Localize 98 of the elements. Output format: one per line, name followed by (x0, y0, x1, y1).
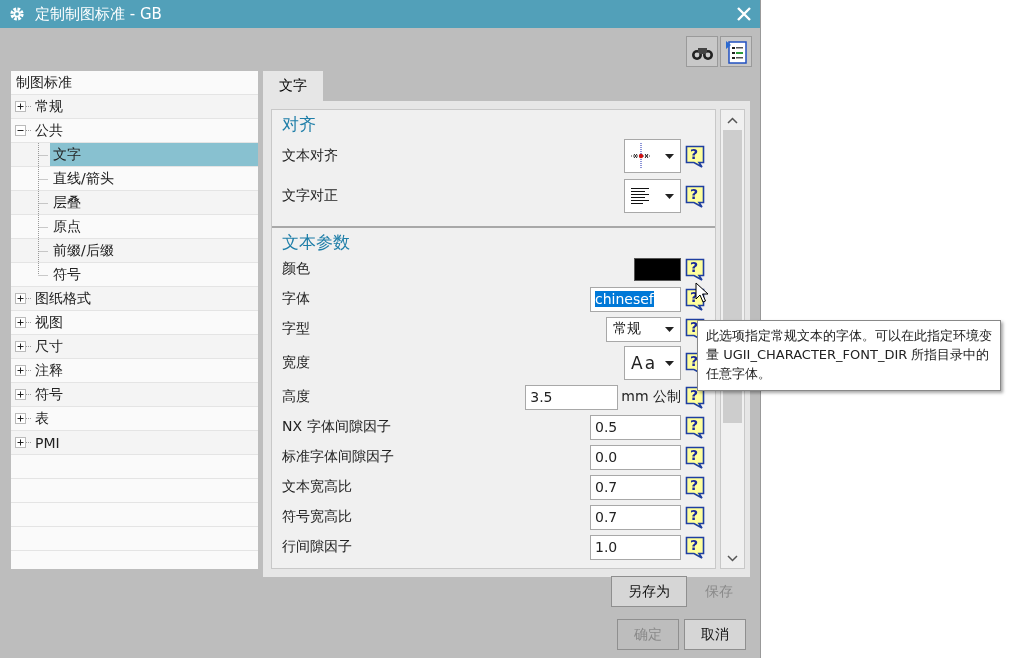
text-field[interactable]: 3.5 (525, 384, 619, 410)
dropdown-value: 常规 (613, 320, 641, 338)
text-field[interactable]: 0.0 (590, 444, 681, 470)
cursor-icon (695, 282, 709, 304)
field-value: 0.0 (595, 449, 618, 465)
field-label: 符号宽高比 (282, 508, 353, 526)
anchor-point-icon (631, 143, 651, 169)
window-title: 定制制图标准 - GB (35, 4, 163, 24)
expander-icon[interactable] (15, 293, 26, 304)
help-button[interactable]: ? (685, 445, 705, 469)
tree-item[interactable]: 层叠 (50, 191, 81, 214)
color-swatch[interactable] (634, 257, 681, 281)
caret-icon (665, 153, 674, 159)
left-justify-icon (631, 188, 649, 204)
caret-icon (665, 193, 674, 199)
close-button[interactable] (736, 6, 752, 22)
text-field[interactable]: 0.7 (590, 504, 681, 530)
tree-item[interactable]: 符号 (32, 383, 63, 406)
scroll-down-icon[interactable] (727, 554, 738, 562)
tree-connector (26, 106, 32, 107)
caret-icon (665, 360, 674, 366)
tree-connector (26, 370, 32, 371)
tree-connector (26, 442, 32, 443)
field-label: 颜色 (282, 260, 311, 278)
scroll-up-icon[interactable] (727, 116, 738, 124)
field-label: NX 字体间隙因子 (282, 418, 392, 436)
alignment-dropdown[interactable] (624, 139, 681, 173)
gear-icon (9, 6, 25, 22)
binoculars-button[interactable] (686, 36, 718, 67)
text-field[interactable]: 1.0 (590, 534, 681, 560)
tree-connector (38, 190, 50, 215)
tree-item[interactable]: 文字 (50, 143, 258, 166)
unit-label: mm 公制 (621, 388, 681, 406)
help-button[interactable]: ? (685, 505, 705, 529)
tree-item[interactable]: 公共 (32, 119, 63, 142)
field-label: 字型 (282, 320, 311, 338)
field-value: 0.5 (595, 419, 618, 435)
help-button[interactable]: ? (685, 475, 705, 499)
text-field[interactable]: chinesef (590, 286, 681, 312)
field-label: 文本宽高比 (282, 478, 353, 496)
section-title: 对齐 (282, 113, 317, 136)
section-title: 文本参数 (282, 231, 351, 254)
tree-item[interactable]: 符号 (50, 263, 81, 286)
tree-connector (26, 346, 32, 347)
field-label: 文本对齐 (282, 147, 339, 165)
dialog-button[interactable]: 取消 (684, 619, 746, 650)
tree-connector (26, 298, 32, 299)
tree-item[interactable]: 常规 (32, 95, 63, 118)
field-label: 标准字体间隙因子 (282, 448, 395, 466)
tree-item[interactable]: 视图 (32, 311, 63, 334)
justification-dropdown[interactable] (624, 179, 681, 213)
tooltip: 此选项指定常规文本的字体。可以在此指定环境变量 UGII_CHARACTER_FONT_DIR 所指目录中的任意字体。 (697, 320, 1001, 391)
tree-item[interactable]: 表 (32, 407, 49, 430)
tree-connector (38, 214, 50, 239)
expander-icon[interactable] (15, 125, 26, 136)
expander-icon[interactable] (15, 437, 26, 448)
sheet-list-button[interactable] (720, 36, 752, 67)
field-value: 1.0 (595, 539, 618, 555)
field-value: 0.7 (595, 479, 618, 495)
field-label: 行间隙因子 (282, 538, 353, 556)
tree-item[interactable]: 直线/箭头 (50, 167, 114, 190)
text-field[interactable]: 0.7 (590, 474, 681, 500)
field-value: chinesef (595, 291, 654, 307)
tree-connector (26, 322, 32, 323)
field-label: 高度 (282, 388, 311, 406)
tree-item[interactable]: 原点 (50, 215, 81, 238)
expander-icon[interactable] (15, 365, 26, 376)
dropdown[interactable]: 常规 (606, 316, 681, 342)
field-label: 宽度 (282, 354, 311, 372)
expander-icon[interactable] (15, 317, 26, 328)
expander-icon[interactable] (15, 341, 26, 352)
help-button[interactable]: ? (685, 184, 705, 208)
help-button[interactable]: ? (685, 535, 705, 559)
tree-header: 制图标准 (16, 73, 72, 92)
field-value: 0.7 (595, 509, 618, 525)
list-icon (725, 39, 747, 64)
caret-icon (665, 326, 674, 332)
tab[interactable]: 文字 (263, 71, 323, 101)
tree-connector (38, 166, 50, 191)
tree-item[interactable]: 注释 (32, 359, 63, 382)
dropdown-value: Aa (631, 353, 658, 373)
expander-icon[interactable] (15, 101, 26, 112)
tree-connector (26, 418, 32, 419)
dropdown[interactable]: Aa (624, 346, 681, 380)
tree-connector (38, 142, 50, 167)
help-button[interactable]: ? (685, 415, 705, 439)
expander-icon[interactable] (15, 413, 26, 424)
tree-item[interactable]: PMI (32, 431, 60, 454)
field-label: 字体 (282, 290, 311, 308)
dialog-button[interactable]: 另存为 (611, 576, 687, 607)
tree-item[interactable]: 尺寸 (32, 335, 63, 358)
help-button[interactable]: ? (685, 144, 705, 168)
tree-connector (26, 394, 32, 395)
tree-connector (26, 130, 32, 131)
expander-icon[interactable] (15, 389, 26, 400)
text-field[interactable]: 0.5 (590, 414, 681, 440)
field-label: 文字对正 (282, 187, 339, 205)
help-button[interactable]: ? (685, 257, 705, 281)
